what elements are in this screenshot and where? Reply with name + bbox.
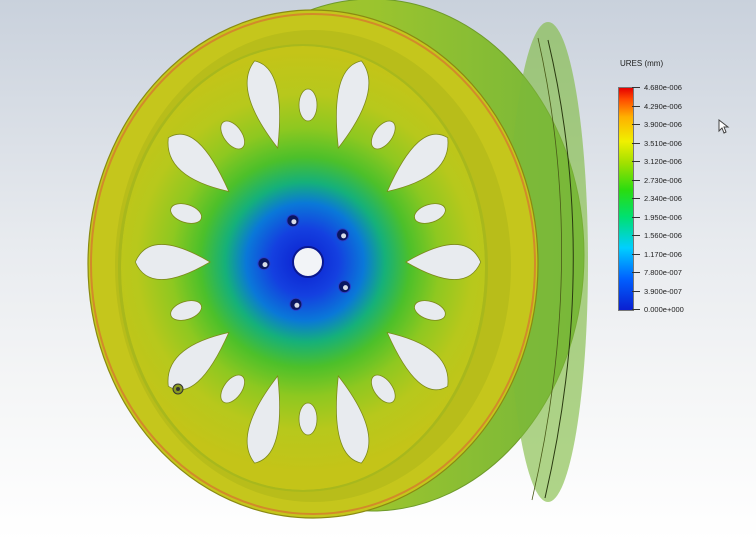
legend-panel: URES (mm) 4.680e-006 4.290e-006 3.900e-006…	[612, 56, 732, 326]
legend-label: 7.800e-007	[644, 268, 682, 277]
legend-label: 4.290e-006	[644, 101, 682, 111]
lug-hole-highlight	[262, 262, 268, 268]
legend-tick	[632, 309, 640, 310]
legend-tick	[632, 105, 640, 107]
legend-tick	[632, 142, 640, 144]
legend-tick	[632, 272, 640, 273]
legend-label: 3.900e-007	[644, 286, 682, 296]
legend-tick	[632, 235, 640, 236]
legend-tick	[632, 161, 640, 162]
legend-tick	[632, 253, 640, 255]
legend-tick	[632, 179, 640, 181]
legend-tick	[632, 216, 640, 218]
legend-label: 0.000e+000	[644, 305, 684, 314]
lug-hole-highlight	[341, 233, 347, 239]
mouse-pointer-icon	[718, 119, 730, 134]
legend-label: 1.950e-006	[644, 212, 682, 222]
legend-label: 3.120e-006	[644, 157, 682, 166]
legend-title: URES (mm)	[620, 59, 664, 68]
legend-color-bar	[618, 87, 634, 311]
legend-tick	[632, 290, 640, 292]
legend-label: 2.730e-006	[644, 175, 682, 185]
spoke-window	[298, 402, 318, 436]
lug-hole-highlight	[291, 219, 297, 225]
lug-hole-highlight	[294, 302, 300, 308]
spoke-window	[298, 88, 318, 122]
legend-label: 2.340e-006	[644, 194, 682, 203]
legend-label: 4.680e-006	[644, 83, 682, 92]
legend-label: 1.560e-006	[644, 231, 682, 240]
lug-hole-highlight	[343, 285, 348, 291]
center-bore	[292, 246, 324, 278]
legend-label: 1.170e-006	[644, 249, 682, 259]
legend-label: 3.510e-006	[644, 138, 682, 148]
valve-stem	[172, 383, 184, 395]
legend-tick	[632, 198, 640, 199]
legend-label: 3.900e-006	[644, 120, 682, 129]
legend-tick	[632, 87, 640, 88]
legend-tick	[632, 124, 640, 125]
